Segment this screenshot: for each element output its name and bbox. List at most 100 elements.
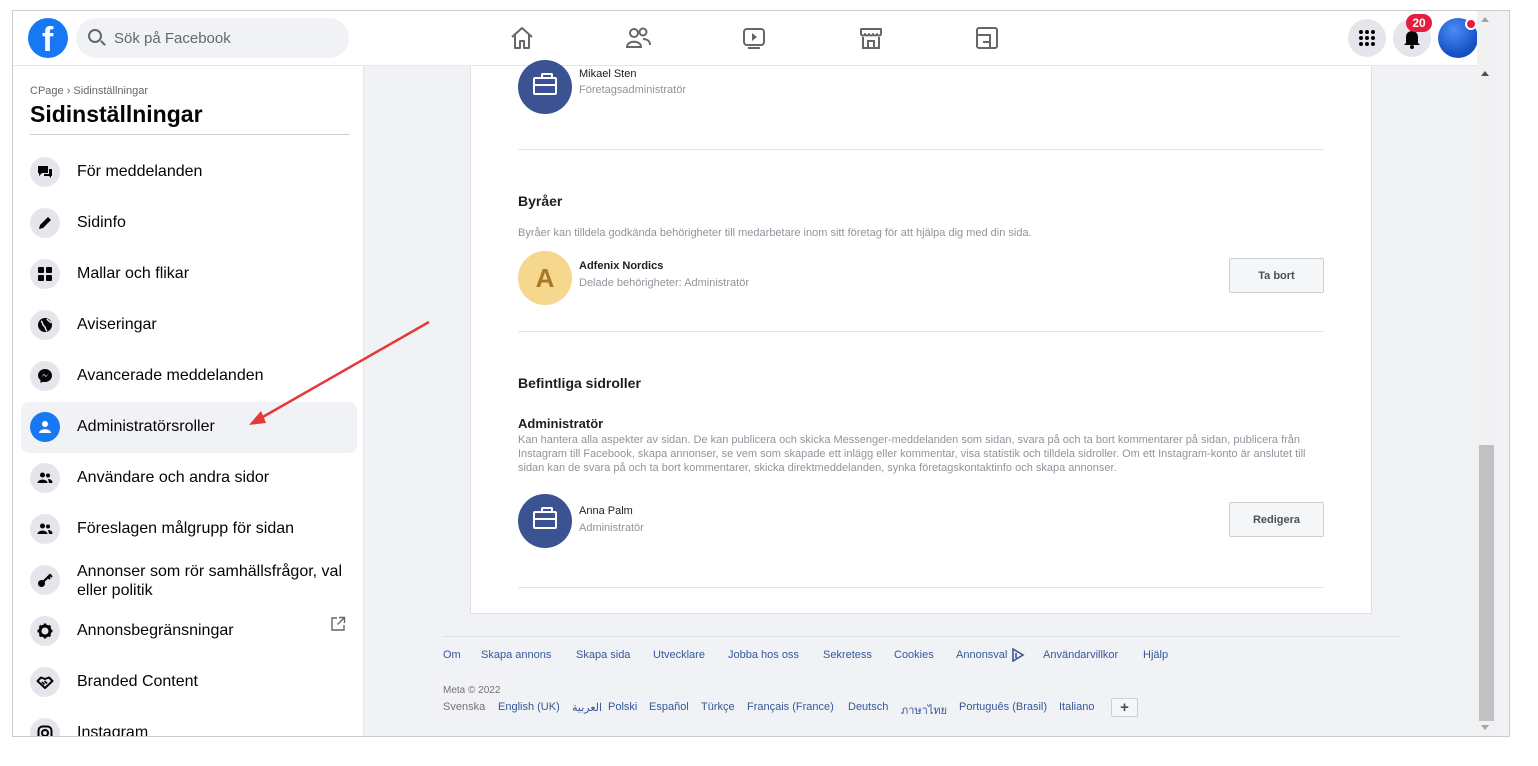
- instagram-icon: [30, 718, 60, 736]
- section-divider: [518, 149, 1324, 150]
- footer-link-careers[interactable]: Jobba hos oss: [728, 649, 799, 661]
- scroll-up-arrow-inner[interactable]: [1481, 71, 1489, 76]
- role-description: Kan hantera alla aspekter av sidan. De k…: [518, 434, 1306, 474]
- sidebar-item-admin-roles[interactable]: Administratörsroller: [21, 402, 357, 453]
- facebook-logo[interactable]: f: [28, 18, 68, 59]
- people-icon: [30, 463, 60, 493]
- home-icon[interactable]: [507, 23, 537, 53]
- external-link-icon[interactable]: [330, 616, 346, 632]
- sidebar-item-label: Aviseringar: [77, 316, 157, 333]
- sidebar-item-templates-tabs[interactable]: Mallar och flikar: [21, 249, 357, 300]
- sidebar-item-label: Branded Content: [77, 673, 198, 690]
- chat-icon: [30, 157, 60, 187]
- footer-link-developers[interactable]: Utvecklare: [653, 649, 705, 661]
- sidebar-item-branded-content[interactable]: Branded Content: [21, 657, 357, 708]
- language-link[interactable]: Español: [649, 701, 689, 713]
- search-box[interactable]: [76, 18, 349, 58]
- sidebar-item-label: Mallar och flikar: [77, 265, 190, 282]
- ad-choices-icon[interactable]: [1011, 647, 1025, 667]
- sidebar-item-label: Administratörsroller: [77, 418, 215, 435]
- page-title: Sidinställningar: [30, 101, 203, 127]
- top-navigation-bar: f 20: [13, 11, 1478, 66]
- footer-link-terms[interactable]: Användarvillkor: [1043, 649, 1118, 661]
- language-link[interactable]: Türkçe: [701, 701, 735, 713]
- logo-letter: f: [42, 21, 54, 59]
- more-languages-button[interactable]: +: [1111, 698, 1138, 717]
- sidebar-item-suggested-audience[interactable]: Föreslagen målgrupp för sidan: [21, 504, 357, 555]
- messenger-icon: [30, 361, 60, 391]
- watch-icon[interactable]: [739, 23, 769, 53]
- key-icon: [30, 565, 60, 595]
- agency-avatar: A: [518, 251, 572, 305]
- footer-link-ad-choices[interactable]: Annonsval: [956, 649, 1007, 661]
- sidebar-item-ad-limits[interactable]: Annonsbegränsningar: [21, 606, 357, 657]
- scroll-up-arrow[interactable]: [1481, 17, 1489, 22]
- agency-name[interactable]: Adfenix Nordics: [579, 260, 663, 272]
- footer-link-create-ad[interactable]: Skapa annons: [481, 649, 551, 661]
- sidebar-item-advanced-messaging[interactable]: Avancerade meddelanden: [21, 351, 357, 402]
- settings-sidebar: CPage › Sidinställningar Sidinställninga…: [13, 66, 364, 736]
- footer-link-help[interactable]: Hjälp: [1143, 649, 1168, 661]
- sidebar-item-users-pages[interactable]: Användare och andra sidor: [21, 453, 357, 504]
- gear-icon: [30, 616, 60, 646]
- language-link[interactable]: Deutsch: [848, 701, 888, 713]
- section-divider: [518, 587, 1324, 588]
- pencil-icon: [30, 208, 60, 238]
- agency-initial: A: [535, 263, 555, 293]
- sidebar-item-political-ads[interactable]: Annonser som rör samhällsfrågor, val ell…: [21, 555, 357, 606]
- sidebar-item-instagram[interactable]: Instagram: [21, 708, 357, 736]
- sidebar-item-messaging[interactable]: För meddelanden: [21, 147, 357, 198]
- footer-link-about[interactable]: Om: [443, 649, 461, 661]
- footer-link-create-page[interactable]: Skapa sida: [576, 649, 630, 661]
- language-link[interactable]: Polski: [608, 701, 637, 713]
- breadcrumb[interactable]: CPage › Sidinställningar: [30, 85, 148, 97]
- handshake-icon: [30, 667, 60, 697]
- footer-link-privacy[interactable]: Sekretess: [823, 649, 872, 661]
- sidebar-item-label: Avancerade meddelanden: [77, 367, 264, 384]
- language-link[interactable]: Français (France): [747, 701, 834, 713]
- language-current: Svenska: [443, 701, 486, 713]
- admin-role: Administratör: [579, 522, 644, 534]
- agencies-heading: Byråer: [518, 193, 563, 209]
- search-icon: [88, 29, 102, 43]
- admin-avatar: [518, 494, 572, 548]
- language-link[interactable]: Italiano: [1059, 701, 1094, 713]
- footer-link-cookies[interactable]: Cookies: [894, 649, 934, 661]
- agency-permissions: Delade behörigheter: Administratör: [579, 277, 749, 289]
- globe-icon: [30, 310, 60, 340]
- people-icon: [30, 514, 60, 544]
- role-title: Administratör: [518, 416, 604, 431]
- scroll-down-arrow[interactable]: [1481, 725, 1489, 730]
- sidebar-item-notifications[interactable]: Aviseringar: [21, 300, 357, 351]
- language-link[interactable]: English (UK): [498, 701, 560, 713]
- person-name[interactable]: Mikael Sten: [579, 68, 636, 80]
- browser-window: f 20 CPage › Sidinställning: [12, 10, 1510, 737]
- language-link[interactable]: Português (Brasil): [959, 701, 1047, 713]
- language-link[interactable]: العربية: [572, 701, 602, 714]
- admin-name[interactable]: Anna Palm: [579, 505, 633, 517]
- marketplace-icon[interactable]: [856, 23, 886, 53]
- agencies-description: Byråer kan tilldela godkända behörighete…: [518, 227, 1032, 239]
- groups-icon[interactable]: [972, 23, 1002, 53]
- briefcase-icon: [533, 73, 557, 95]
- sidebar-item-label: Sidinfo: [77, 214, 126, 231]
- grid-icon: [30, 259, 60, 289]
- scrollbar-thumb[interactable]: [1479, 445, 1494, 721]
- sidebar-item-label: Annonsbegränsningar: [77, 622, 234, 639]
- page-roles-card: Mikael Sten Företagsadministratör Byråer…: [470, 60, 1372, 614]
- remove-agency-button[interactable]: Ta bort: [1229, 258, 1324, 293]
- existing-roles-heading: Befintliga sidroller: [518, 375, 641, 391]
- person-role: Företagsadministratör: [579, 84, 686, 96]
- language-link[interactable]: ภาษาไทย: [901, 701, 947, 719]
- sidebar-item-label: Föreslagen målgrupp för sidan: [77, 520, 295, 537]
- edit-role-button[interactable]: Redigera: [1229, 502, 1324, 537]
- friends-icon[interactable]: [623, 23, 653, 53]
- briefcase-icon: [533, 507, 557, 529]
- sidebar-item-page-info[interactable]: Sidinfo: [21, 198, 357, 249]
- footer-divider: [442, 636, 1400, 637]
- sidebar-divider: [30, 134, 350, 135]
- apps-grid-icon: [1359, 30, 1375, 46]
- search-input[interactable]: [114, 28, 334, 48]
- menu-button[interactable]: [1348, 19, 1386, 57]
- notification-badge: 20: [1406, 14, 1432, 32]
